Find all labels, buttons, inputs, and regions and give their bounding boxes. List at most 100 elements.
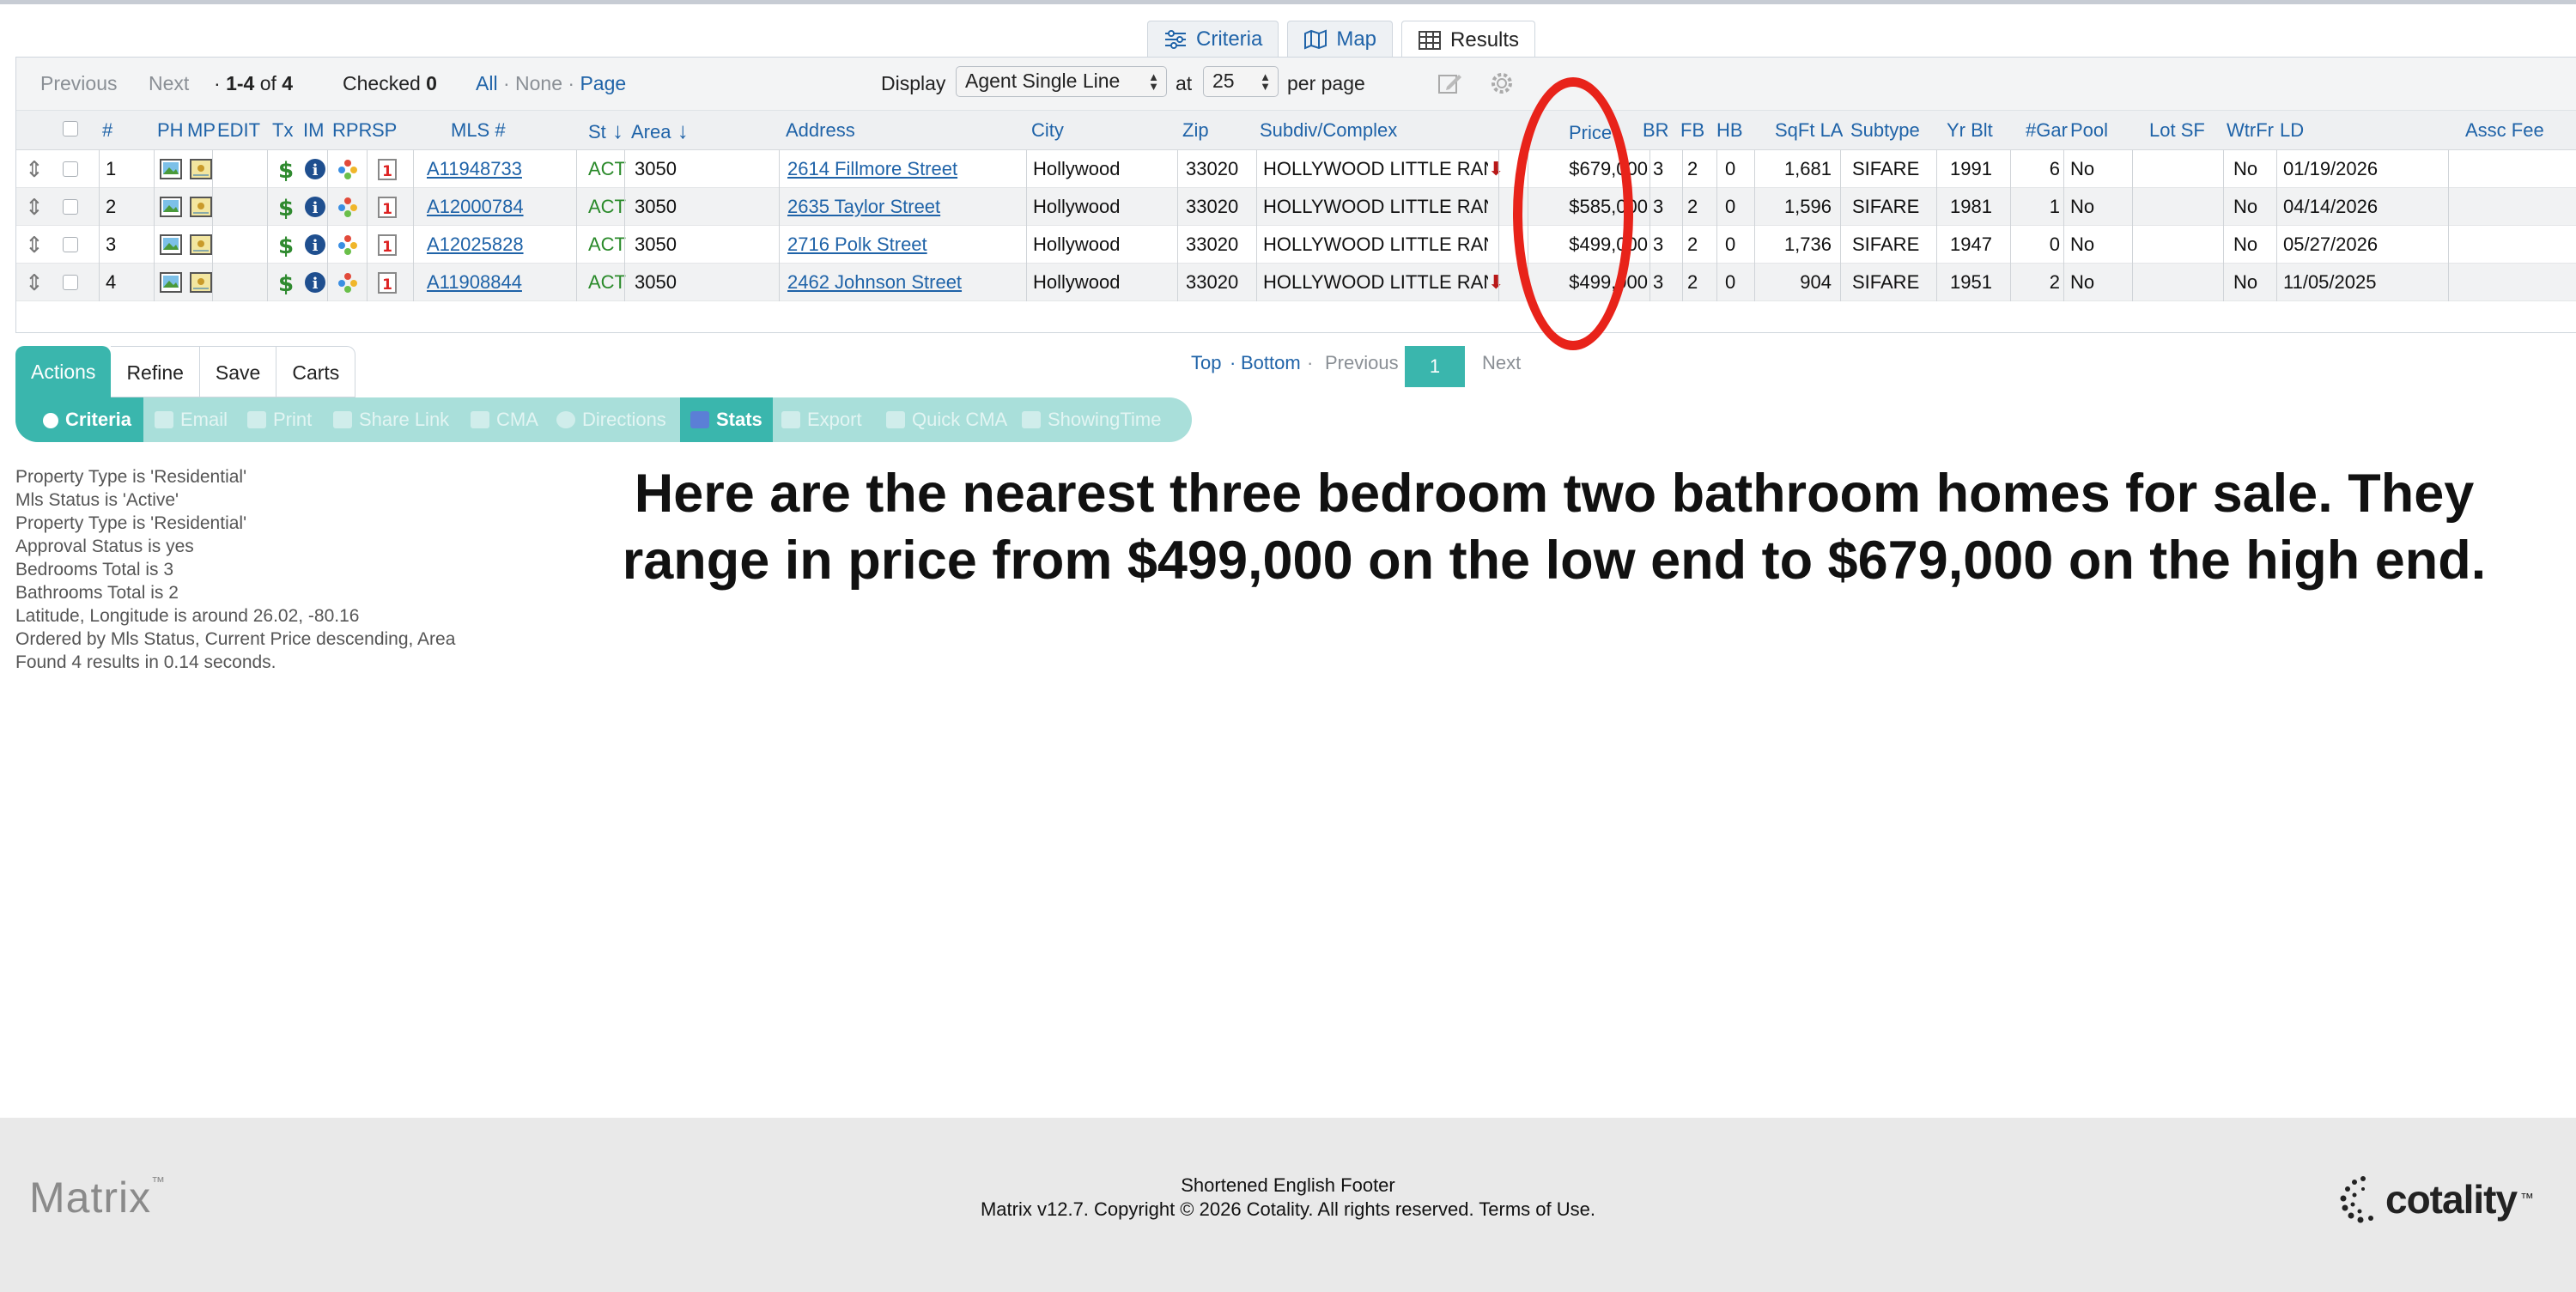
table-row[interactable]: ⇕ $ i 1 3 A12025828 ACT 3050 2716 Polk Street Hol… — [16, 226, 2576, 264]
col-sp[interactable]: SP — [372, 111, 397, 150]
select-all-checkbox[interactable] — [63, 121, 78, 136]
showing-calendar-icon[interactable]: 1 — [375, 270, 399, 294]
tab-refine[interactable]: Refine — [111, 346, 200, 397]
action-cma[interactable]: CMA — [471, 397, 538, 442]
tax-dollar-icon[interactable]: $ — [274, 195, 298, 219]
tab-carts[interactable]: Carts — [276, 346, 356, 397]
action-share-link[interactable]: Share Link — [333, 397, 449, 442]
select-page-link[interactable]: Page — [580, 72, 626, 94]
mls-number-link[interactable]: A11948733 — [427, 150, 556, 188]
tab-save[interactable]: Save — [199, 346, 277, 397]
col-hb[interactable]: HB — [1716, 111, 1743, 150]
col-ld[interactable]: LD — [2280, 111, 2304, 150]
col-mls[interactable]: MLS # — [451, 111, 506, 150]
col-status[interactable]: St ↓ — [588, 111, 623, 150]
col-im[interactable]: IM — [303, 111, 324, 150]
mls-number-link[interactable]: A12025828 — [427, 226, 556, 264]
select-none-link[interactable]: None — [515, 72, 562, 94]
col-edit[interactable]: EDIT — [217, 111, 260, 150]
tab-criteria[interactable]: Criteria — [1147, 21, 1279, 57]
table-row[interactable]: ⇕ $ i 1 4 A11908844 ACT 3050 2462 Johnson Street… — [16, 264, 2576, 301]
col-gar[interactable]: #Gar — [2026, 111, 2068, 150]
col-yrblt[interactable]: Yr Blt — [1947, 111, 1993, 150]
row-checkbox[interactable] — [63, 237, 78, 252]
action-stats[interactable]: Stats — [680, 397, 773, 442]
address-link[interactable]: 2635 Taylor Street — [787, 188, 1028, 226]
gear-icon[interactable] — [1488, 70, 1516, 97]
col-assc-fee[interactable]: Assc Fee — [2465, 111, 2544, 150]
info-icon[interactable]: i — [303, 233, 327, 257]
col-address[interactable]: Address — [786, 111, 855, 150]
drag-handle-icon[interactable]: ⇕ — [25, 150, 44, 188]
tab-results[interactable]: Results — [1401, 21, 1536, 58]
jump-top-link[interactable]: Top — [1191, 352, 1221, 374]
map-thumbnail-icon[interactable] — [189, 195, 213, 219]
mls-number-link[interactable]: A12000784 — [427, 188, 556, 226]
tax-dollar-icon[interactable]: $ — [274, 270, 298, 294]
col-area[interactable]: Area ↓ — [631, 111, 689, 150]
showing-calendar-icon[interactable]: 1 — [375, 157, 399, 181]
rpr-icon[interactable] — [336, 233, 360, 257]
bottom-next-link[interactable]: Next — [1482, 352, 1521, 374]
map-thumbnail-icon[interactable] — [189, 233, 213, 257]
photo-icon[interactable] — [159, 195, 183, 219]
action-export[interactable]: Export — [781, 397, 862, 442]
info-icon[interactable]: i — [303, 157, 327, 181]
address-link[interactable]: 2614 Fillmore Street — [787, 150, 1028, 188]
rpr-icon[interactable] — [336, 157, 360, 181]
info-icon[interactable]: i — [303, 195, 327, 219]
action-email[interactable]: Email — [155, 397, 228, 442]
action-quick-cma[interactable]: Quick CMA — [886, 397, 1007, 442]
bottom-previous-link[interactable]: Previous — [1325, 352, 1399, 374]
row-checkbox[interactable] — [63, 275, 78, 290]
col-mp[interactable]: MP — [187, 111, 216, 150]
col-city[interactable]: City — [1031, 111, 1064, 150]
col-num[interactable]: # — [102, 111, 112, 150]
select-all-link[interactable]: All — [476, 72, 498, 94]
photo-icon[interactable] — [159, 270, 183, 294]
drag-handle-icon[interactable]: ⇕ — [25, 188, 44, 226]
col-zip[interactable]: Zip — [1182, 111, 1209, 150]
col-subdiv[interactable]: Subdiv/Complex — [1260, 111, 1397, 150]
action-showingtime[interactable]: ShowingTime — [1022, 397, 1161, 442]
photo-icon[interactable] — [159, 233, 183, 257]
drag-handle-icon[interactable]: ⇕ — [25, 226, 44, 264]
action-print[interactable]: Print — [247, 397, 312, 442]
row-checkbox[interactable] — [63, 199, 78, 215]
col-sqft[interactable]: SqFt LA — [1775, 111, 1843, 150]
action-criteria[interactable]: Criteria — [15, 397, 144, 442]
col-fb[interactable]: FB — [1680, 111, 1704, 150]
display-select[interactable]: Agent Single Line ▲ ▼ — [956, 66, 1167, 97]
current-page-button[interactable]: 1 — [1405, 346, 1465, 387]
photo-icon[interactable] — [159, 157, 183, 181]
per-page-select[interactable]: 25 ▲ ▼ — [1203, 66, 1279, 97]
next-link[interactable]: Next — [149, 72, 189, 95]
action-directions[interactable]: Directions — [556, 397, 666, 442]
col-ph[interactable]: PH — [157, 111, 184, 150]
table-row[interactable]: ⇕ $ i 1 2 A12000784 ACT 3050 2635 Taylor Street H… — [16, 188, 2576, 226]
table-row[interactable]: ⇕ $ i 1 1 A11948733 ACT 3050 2614 Fillmore Stree… — [16, 150, 2576, 188]
row-checkbox[interactable] — [63, 161, 78, 177]
address-link[interactable]: 2462 Johnson Street — [787, 264, 1028, 301]
col-br[interactable]: BR — [1643, 111, 1669, 150]
col-pool[interactable]: Pool — [2070, 111, 2108, 150]
tax-dollar-icon[interactable]: $ — [274, 233, 298, 257]
jump-bottom-link[interactable]: Bottom — [1241, 352, 1301, 374]
tax-dollar-icon[interactable]: $ — [274, 157, 298, 181]
showing-calendar-icon[interactable]: 1 — [375, 233, 399, 257]
tab-map[interactable]: Map — [1287, 21, 1394, 57]
previous-link[interactable]: Previous — [40, 72, 117, 95]
col-wtrfr[interactable]: WtrFr — [2227, 111, 2274, 150]
edit-icon[interactable] — [1437, 70, 1464, 97]
col-rpr[interactable]: RPR — [332, 111, 372, 150]
map-thumbnail-icon[interactable] — [189, 157, 213, 181]
drag-handle-icon[interactable]: ⇕ — [25, 264, 44, 301]
rpr-icon[interactable] — [336, 270, 360, 294]
col-tx[interactable]: Tx — [272, 111, 293, 150]
col-subtype[interactable]: Subtype — [1850, 111, 1920, 150]
address-link[interactable]: 2716 Polk Street — [787, 226, 1028, 264]
col-lotsf[interactable]: Lot SF — [2149, 111, 2205, 150]
tab-actions[interactable]: Actions — [15, 346, 112, 397]
showing-calendar-icon[interactable]: 1 — [375, 195, 399, 219]
map-thumbnail-icon[interactable] — [189, 270, 213, 294]
